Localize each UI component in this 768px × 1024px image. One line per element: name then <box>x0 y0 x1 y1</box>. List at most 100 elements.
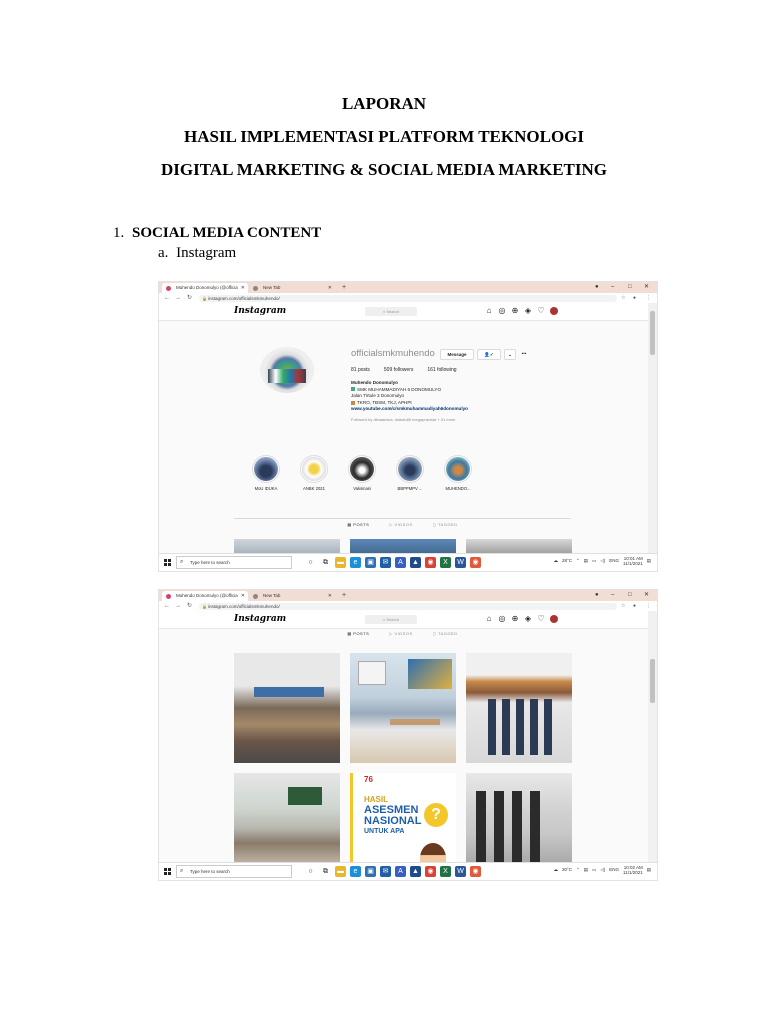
profile-picture[interactable] <box>260 347 314 393</box>
explore-icon[interactable]: ◈ <box>524 614 532 624</box>
highlight-vaksinasi[interactable]: Vaksinasi <box>345 455 379 491</box>
browser-tab-active[interactable]: Muhendo Donomulyo (@officia ✕ <box>162 591 248 601</box>
notification-icon[interactable]: ▤ <box>647 867 651 873</box>
instagram-logo[interactable]: Instagram <box>234 614 286 624</box>
reload-icon[interactable]: ↻ <box>187 293 192 303</box>
back-icon[interactable]: ← <box>164 293 170 303</box>
weather-icon[interactable]: ☁ <box>553 558 558 564</box>
instagram-search-input[interactable]: ⌕ Search <box>365 307 417 316</box>
browser-tab-new[interactable]: New Tab ✕ <box>249 591 335 601</box>
followed-by-text[interactable]: Followed by dlinaamica, dstkah85 megapra… <box>351 417 468 424</box>
follow-status-button[interactable]: 👤✓ <box>477 349 501 360</box>
windows-start-icon[interactable] <box>164 559 171 566</box>
bookmark-star-icon[interactable]: ☆ <box>621 293 625 303</box>
url-field[interactable]: 🔒 instagram.com/officialsmkmuhendo/ <box>199 602 617 610</box>
photos-icon[interactable]: ▲ <box>410 866 421 877</box>
bio-link[interactable]: www.youtube.com/c/smkmuhammadiyah6donomu… <box>351 406 468 413</box>
windows-start-icon[interactable] <box>164 868 171 875</box>
activity-heart-icon[interactable]: ♡ <box>537 614 545 624</box>
close-tab-icon[interactable]: ✕ <box>328 283 332 293</box>
maximize-icon[interactable]: □ <box>628 282 632 293</box>
excel-icon[interactable]: X <box>440 557 451 568</box>
volume-icon[interactable]: ◁) <box>600 867 605 873</box>
file-explorer-icon[interactable]: ▬ <box>335 557 346 568</box>
close-window-icon[interactable]: ✕ <box>644 590 649 601</box>
explore-icon[interactable]: ◈ <box>524 306 532 316</box>
highlight-mou-iduka[interactable]: MoU IDUKA <box>249 455 283 491</box>
messenger-icon[interactable]: ◎ <box>498 614 506 624</box>
post-thumbnail[interactable] <box>234 539 340 554</box>
close-window-icon[interactable]: ✕ <box>644 282 649 293</box>
home-icon[interactable]: ⌂ <box>485 306 493 316</box>
clock[interactable]: 10:01 AM 11/1/2021 <box>623 556 643 566</box>
store-icon[interactable]: ▣ <box>365 866 376 877</box>
edge-icon[interactable]: e <box>350 557 361 568</box>
tab-tagged[interactable]: ◻ TAGGED <box>433 522 458 527</box>
forward-icon[interactable]: → <box>175 293 181 303</box>
user-avatar[interactable] <box>550 307 558 315</box>
post-thumbnail[interactable] <box>350 539 456 554</box>
edge-icon[interactable]: e <box>350 866 361 877</box>
browser-tab-new[interactable]: New Tab ✕ <box>249 283 335 293</box>
page-scrollbar[interactable] <box>648 303 657 554</box>
app-icon[interactable]: A <box>395 557 406 568</box>
bookmark-star-icon[interactable]: ☆ <box>621 601 625 611</box>
cortana-icon[interactable]: ○ <box>305 866 316 877</box>
battery-icon[interactable]: ▭ <box>592 867 596 873</box>
highlight-bbppmpv[interactable]: BBPPMPV ... <box>393 455 427 491</box>
home-icon[interactable]: ⌂ <box>485 614 493 624</box>
clock[interactable]: 10:02 AM 11/1/2021 <box>623 865 643 875</box>
post-thumbnail-ceremony[interactable] <box>466 653 572 763</box>
word-icon[interactable]: W <box>455 557 466 568</box>
instagram-search-input[interactable]: ⌕ Search <box>365 615 417 624</box>
suggestions-button[interactable]: ⌄ <box>504 349 516 360</box>
highlight-muhendo[interactable]: MUHENDO... <box>441 455 475 491</box>
task-view-icon[interactable]: ⧉ <box>320 866 331 877</box>
tab-posts[interactable]: ▦ POSTS <box>347 522 369 527</box>
new-post-icon[interactable]: ⊕ <box>511 614 519 624</box>
tab-videos[interactable]: ▷ VIDEOS <box>389 631 412 636</box>
post-thumbnail-group-photo[interactable] <box>234 653 340 763</box>
chrome-icon-2[interactable]: ◉ <box>470 557 481 568</box>
minimize-icon[interactable]: – <box>611 282 614 293</box>
scrollbar-thumb[interactable] <box>650 659 655 703</box>
reload-icon[interactable]: ↻ <box>187 601 192 611</box>
volume-icon[interactable]: ◁) <box>600 558 605 564</box>
tab-posts[interactable]: ▦ POSTS <box>347 631 369 636</box>
url-field[interactable]: 🔒 instagram.com/officialsmkmuhendo/ <box>199 294 617 302</box>
menu-dots-icon[interactable]: ⋮ <box>646 601 651 611</box>
more-options-icon[interactable]: ••• <box>519 349 529 358</box>
page-scrollbar[interactable] <box>648 611 657 863</box>
excel-icon[interactable]: X <box>440 866 451 877</box>
new-post-icon[interactable]: ⊕ <box>511 306 519 316</box>
scrollbar-thumb[interactable] <box>650 311 655 355</box>
photos-icon[interactable]: ▲ <box>410 557 421 568</box>
following-count[interactable]: 161 following <box>427 367 456 373</box>
word-icon[interactable]: W <box>455 866 466 877</box>
app-icon[interactable]: A <box>395 866 406 877</box>
file-explorer-icon[interactable]: ▬ <box>335 866 346 877</box>
tray-chevron-icon[interactable]: ⌃ <box>576 558 580 564</box>
profile-icon[interactable]: ● <box>595 590 599 601</box>
network-icon[interactable]: ▤ <box>584 867 588 873</box>
back-icon[interactable]: ← <box>164 601 170 611</box>
temperature-text[interactable]: 28°C <box>562 558 572 564</box>
new-tab-icon[interactable]: + <box>342 282 346 293</box>
mail-icon[interactable]: ✉ <box>380 557 391 568</box>
post-thumbnail-classroom[interactable] <box>234 773 340 863</box>
notification-icon[interactable]: ▤ <box>647 558 651 564</box>
tab-videos[interactable]: ▷ VIDEOS <box>389 522 412 527</box>
language-icon[interactable]: ENG <box>609 867 619 873</box>
message-button[interactable]: Message <box>440 349 474 360</box>
posts-count[interactable]: 81 posts <box>351 367 370 373</box>
followers-count[interactable]: 509 followers <box>384 367 413 373</box>
close-tab-icon[interactable]: ✕ <box>328 591 332 601</box>
activity-heart-icon[interactable]: ♡ <box>537 306 545 316</box>
browser-tab-active[interactable]: Muhendo Donomulyo (@officia ✕ <box>162 283 248 293</box>
tray-chevron-icon[interactable]: ⌃ <box>576 867 580 873</box>
post-thumbnail-visit[interactable] <box>466 773 572 863</box>
minimize-icon[interactable]: – <box>611 590 614 601</box>
weather-icon[interactable]: ☁ <box>553 867 558 873</box>
new-tab-icon[interactable]: + <box>342 590 346 601</box>
chrome-icon[interactable]: ◉ <box>425 557 436 568</box>
